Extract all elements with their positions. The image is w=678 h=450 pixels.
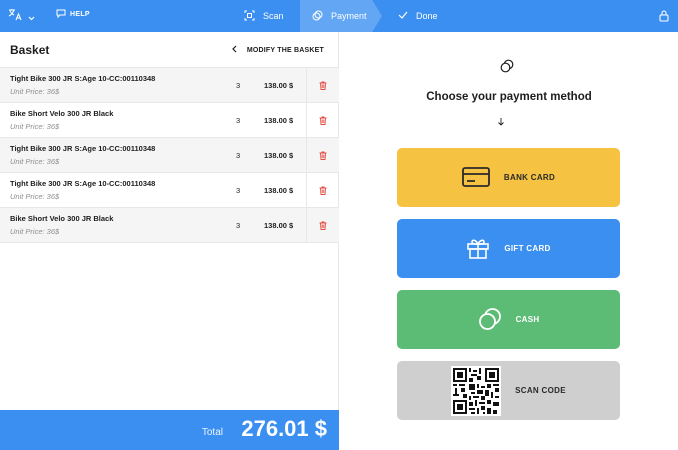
credit-card-icon: [462, 166, 490, 189]
item-price: 138.00 $: [264, 116, 294, 125]
basket-panel: Basket MODIFY THE BASKET Tight Bike 300 …: [0, 32, 339, 450]
basket-items: Tight Bike 300 JR S:Age 10-CC:00110348 U…: [0, 67, 339, 243]
step-payment-label: Payment: [331, 11, 367, 21]
scan-code-button[interactable]: SCAN CODE: [397, 361, 620, 420]
basket-item: Bike Short Velo 300 JR Black Unit Price:…: [0, 207, 339, 243]
modify-basket-label: MODIFY THE BASKET: [246, 46, 324, 54]
cash-label: CASH: [515, 315, 540, 324]
delete-item-button[interactable]: [306, 68, 339, 103]
step-scan-label: Scan: [263, 11, 284, 21]
basket-item: Tight Bike 300 JR S:Age 10-CC:00110348 U…: [0, 67, 339, 103]
gift-card-label: GIFT CARD: [504, 244, 551, 253]
item-price: 138.00 $: [264, 81, 294, 90]
scan-code-label: SCAN CODE: [515, 386, 566, 395]
item-name: Tight Bike 300 JR S:Age 10-CC:00110348: [10, 179, 156, 188]
gift-card-button[interactable]: GIFT CARD: [397, 219, 620, 278]
trash-icon: [319, 81, 327, 90]
item-unit-price: Unit Price: 36$: [10, 157, 60, 166]
item-quantity: 3: [236, 151, 241, 160]
item-unit-price: Unit Price: 36$: [10, 192, 60, 201]
item-name: Tight Bike 300 JR S:Age 10-CC:00110348: [10, 74, 156, 83]
delete-item-button[interactable]: [306, 173, 339, 208]
item-name: Bike Short Velo 300 JR Black: [10, 109, 114, 118]
qr-code-icon: [451, 365, 502, 416]
total-bar: Total 276.01 $: [0, 410, 339, 450]
translate-icon: [8, 8, 22, 26]
help-chat-icon: [56, 9, 66, 20]
bank-card-label: BANK CARD: [503, 173, 556, 182]
step-payment: Payment: [312, 0, 367, 32]
modify-basket-button[interactable]: MODIFY THE BASKET: [231, 45, 324, 55]
coins-icon: [312, 10, 323, 23]
trash-icon: [319, 221, 327, 230]
item-quantity: 3: [236, 186, 241, 195]
top-bar: HELP Scan Payment Done: [0, 0, 678, 32]
item-unit-price: Unit Price: 36$: [10, 122, 60, 131]
total-amount: 276.01 $: [241, 416, 327, 441]
coins-icon: [500, 59, 514, 78]
item-price: 138.00 $: [264, 221, 294, 230]
payment-title: Choose your payment method: [426, 91, 592, 103]
basket-title: Basket: [10, 43, 50, 57]
chevron-left-icon: [231, 45, 237, 55]
arrow-down-icon: [497, 113, 505, 131]
item-quantity: 3: [236, 116, 241, 125]
delete-item-button[interactable]: [306, 138, 339, 173]
cash-button[interactable]: CASH: [397, 290, 620, 349]
item-unit-price: Unit Price: 36$: [10, 87, 60, 96]
lock-icon[interactable]: [659, 9, 669, 27]
help-button[interactable]: HELP: [56, 9, 90, 20]
item-unit-price: Unit Price: 36$: [10, 227, 60, 236]
language-selector[interactable]: [8, 8, 35, 26]
total-label: Total: [201, 427, 223, 438]
step-scan: Scan: [244, 0, 284, 32]
trash-icon: [319, 116, 327, 125]
item-name: Bike Short Velo 300 JR Black: [10, 214, 114, 223]
item-quantity: 3: [236, 221, 241, 230]
delete-item-button[interactable]: [306, 103, 339, 138]
item-price: 138.00 $: [264, 151, 294, 160]
basket-item: Bike Short Velo 300 JR Black Unit Price:…: [0, 102, 339, 138]
check-icon: [398, 11, 408, 21]
coins-icon: [478, 307, 502, 333]
chevron-down-icon: [28, 8, 35, 26]
item-quantity: 3: [236, 81, 241, 90]
scan-icon: [244, 10, 255, 23]
payment-panel: Choose your payment method BANK CARD GIF…: [340, 32, 678, 450]
item-price: 138.00 $: [264, 186, 294, 195]
basket-header: Basket MODIFY THE BASKET: [0, 32, 338, 68]
delete-item-button[interactable]: [306, 208, 339, 243]
trash-icon: [319, 151, 327, 160]
gift-icon: [466, 236, 490, 262]
step-done-label: Done: [416, 11, 438, 21]
help-label: HELP: [70, 11, 90, 18]
basket-item: Tight Bike 300 JR S:Age 10-CC:00110348 U…: [0, 172, 339, 208]
step-done: Done: [398, 0, 438, 32]
trash-icon: [319, 186, 327, 195]
item-name: Tight Bike 300 JR S:Age 10-CC:00110348: [10, 144, 156, 153]
bank-card-button[interactable]: BANK CARD: [397, 148, 620, 207]
divider: [0, 242, 339, 243]
basket-item: Tight Bike 300 JR S:Age 10-CC:00110348 U…: [0, 137, 339, 173]
